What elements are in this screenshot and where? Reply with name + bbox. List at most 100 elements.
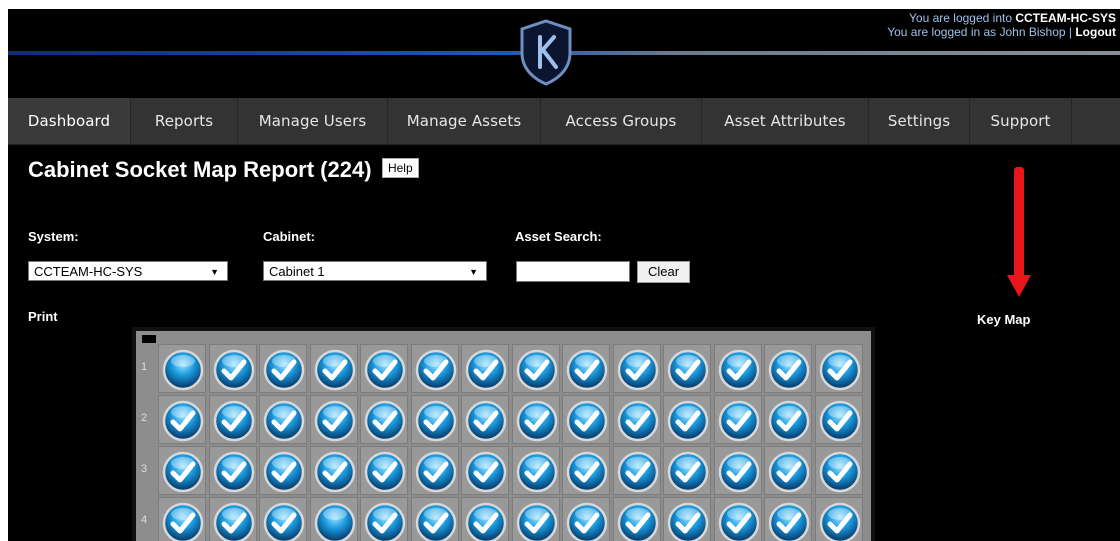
socket-occupied[interactable] bbox=[663, 344, 711, 393]
socket-occupied[interactable] bbox=[663, 446, 711, 495]
checkmark-icon bbox=[819, 349, 860, 391]
socket-occupied[interactable] bbox=[461, 395, 509, 444]
socket-occupied[interactable] bbox=[814, 344, 863, 393]
socket-occupied[interactable] bbox=[259, 395, 307, 444]
socket-occupied[interactable] bbox=[663, 497, 711, 541]
nav-reports[interactable]: Reports bbox=[131, 98, 238, 144]
nav-asset-attributes[interactable]: Asset Attributes bbox=[702, 98, 869, 144]
login-info: You are logged into CCTEAM-HC-SYS You ar… bbox=[887, 11, 1116, 39]
nav-access-groups[interactable]: Access Groups bbox=[541, 98, 702, 144]
checkmark-icon bbox=[364, 349, 406, 391]
socket-occupied[interactable] bbox=[208, 446, 257, 495]
checkmark-icon bbox=[314, 451, 355, 493]
checkmark-icon bbox=[364, 451, 406, 493]
socket-occupied[interactable] bbox=[309, 344, 358, 393]
nav-settings[interactable]: Settings bbox=[869, 98, 970, 144]
checkmark-icon bbox=[364, 502, 406, 541]
help-button[interactable]: Help bbox=[381, 158, 419, 178]
socket-occupied[interactable] bbox=[562, 344, 610, 393]
checkmark-icon bbox=[465, 451, 507, 493]
checkmark-icon bbox=[213, 400, 254, 442]
checkmark-icon bbox=[415, 349, 456, 391]
socket-occupied[interactable] bbox=[410, 497, 459, 541]
socket-occupied[interactable] bbox=[309, 395, 358, 444]
page-title: Cabinet Socket Map Report (224) bbox=[28, 157, 372, 182]
socket-occupied[interactable] bbox=[814, 446, 863, 495]
socket-occupied[interactable] bbox=[663, 395, 711, 444]
system-select[interactable]: CCTEAM-HC-SYS ▼ bbox=[28, 261, 228, 281]
socket-occupied[interactable] bbox=[612, 497, 661, 541]
socket-occupied[interactable] bbox=[360, 446, 408, 495]
socket-occupied[interactable] bbox=[158, 497, 206, 541]
socket-occupied[interactable] bbox=[764, 497, 812, 541]
nav-manage-users[interactable]: Manage Users bbox=[238, 98, 388, 144]
socket-occupied[interactable] bbox=[612, 395, 661, 444]
socket-empty[interactable] bbox=[309, 497, 358, 541]
socket-occupied[interactable] bbox=[511, 344, 560, 393]
socket-occupied[interactable] bbox=[713, 497, 762, 541]
nav-support[interactable]: Support bbox=[970, 98, 1072, 144]
socket-occupied[interactable] bbox=[410, 395, 459, 444]
nav-dashboard[interactable]: Dashboard bbox=[8, 98, 131, 144]
checkmark-icon bbox=[263, 451, 305, 493]
socket-occupied[interactable] bbox=[612, 446, 661, 495]
clear-button[interactable]: Clear bbox=[637, 261, 690, 283]
cabinet-select[interactable]: Cabinet 1 ▼ bbox=[263, 261, 487, 281]
socket-occupied[interactable] bbox=[814, 395, 863, 444]
socket-occupied[interactable] bbox=[764, 395, 812, 444]
shield-k-logo-icon bbox=[520, 19, 572, 86]
socket-row: 2 bbox=[136, 395, 871, 446]
row-number: 1 bbox=[141, 361, 148, 373]
key-map-link[interactable]: Key Map bbox=[977, 312, 1030, 327]
socket-occupied[interactable] bbox=[158, 446, 206, 495]
socket-occupied[interactable] bbox=[511, 446, 560, 495]
logout-link[interactable]: Logout bbox=[1075, 25, 1116, 39]
socket-occupied[interactable] bbox=[461, 446, 509, 495]
socket-occupied[interactable] bbox=[562, 497, 610, 541]
socket-occupied[interactable] bbox=[612, 344, 661, 393]
print-link[interactable]: Print bbox=[28, 309, 58, 324]
socket-occupied[interactable] bbox=[208, 395, 257, 444]
checkmark-icon bbox=[162, 451, 204, 493]
socket-occupied[interactable] bbox=[309, 446, 358, 495]
checkmark-icon bbox=[718, 502, 759, 541]
checkmark-icon bbox=[566, 400, 608, 442]
socket-occupied[interactable] bbox=[410, 344, 459, 393]
header: You are logged into CCTEAM-HC-SYS You ar… bbox=[8, 9, 1120, 98]
checkmark-icon bbox=[263, 349, 305, 391]
asset-search-input[interactable] bbox=[516, 261, 630, 282]
socket-occupied[interactable] bbox=[461, 497, 509, 541]
socket-occupied[interactable] bbox=[562, 395, 610, 444]
socket-occupied[interactable] bbox=[461, 344, 509, 393]
socket-occupied[interactable] bbox=[713, 446, 762, 495]
socket-occupied[interactable] bbox=[764, 446, 812, 495]
checkmark-icon bbox=[263, 400, 305, 442]
socket-occupied[interactable] bbox=[511, 395, 560, 444]
socket-occupied[interactable] bbox=[511, 497, 560, 541]
checkmark-icon bbox=[768, 349, 810, 391]
socket-occupied[interactable] bbox=[360, 497, 408, 541]
socket-occupied[interactable] bbox=[713, 344, 762, 393]
socket-occupied[interactable] bbox=[208, 497, 257, 541]
socket-occupied[interactable] bbox=[360, 344, 408, 393]
socket-occupied[interactable] bbox=[562, 446, 610, 495]
socket-occupied[interactable] bbox=[208, 344, 257, 393]
socket-occupied[interactable] bbox=[360, 395, 408, 444]
socket-occupied[interactable] bbox=[764, 344, 812, 393]
row-number: 2 bbox=[141, 412, 148, 424]
socket-empty[interactable] bbox=[158, 344, 206, 393]
socket-occupied[interactable] bbox=[410, 446, 459, 495]
row-number: 3 bbox=[141, 463, 148, 475]
socket-occupied[interactable] bbox=[713, 395, 762, 444]
socket-occupied[interactable] bbox=[814, 497, 863, 541]
nav-manage-assets[interactable]: Manage Assets bbox=[388, 98, 541, 144]
checkmark-icon bbox=[566, 349, 608, 391]
socket-occupied[interactable] bbox=[259, 344, 307, 393]
socket-occupied[interactable] bbox=[259, 446, 307, 495]
checkmark-icon bbox=[314, 349, 355, 391]
socket-occupied[interactable] bbox=[259, 497, 307, 541]
checkmark-icon bbox=[667, 400, 709, 442]
checkmark-icon bbox=[768, 502, 810, 541]
checkmark-icon bbox=[213, 502, 254, 541]
socket-occupied[interactable] bbox=[158, 395, 206, 444]
